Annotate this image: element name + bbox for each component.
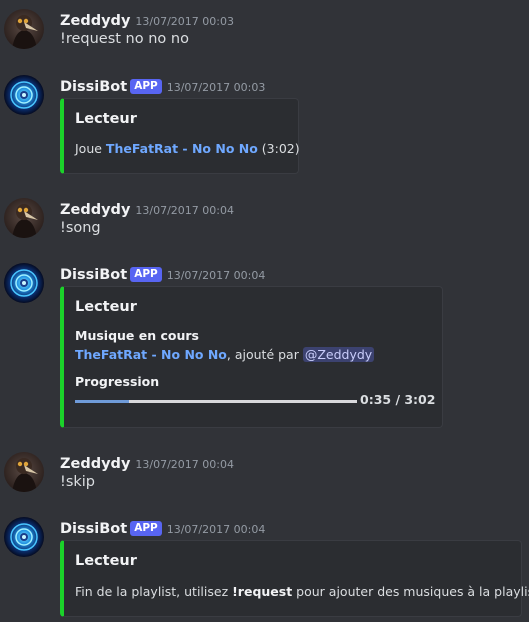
timestamp: 13/07/2017 00:04 — [166, 523, 266, 536]
user-avatar[interactable] — [4, 198, 44, 238]
embed-description: Joue TheFatRat - No No No (3:02) — [75, 141, 300, 156]
message: Zeddydy 13/07/2017 00:03 !request no no n… — [0, 9, 529, 53]
timestamp: 13/07/2017 00:04 — [135, 458, 234, 471]
plague-doctor-icon — [4, 452, 44, 492]
progress-fill — [75, 400, 129, 403]
message: DissiBot APP 13/07/2017 00:03 Lecteur Joue… — [0, 75, 529, 175]
embed-title: Lecteur — [75, 111, 137, 127]
track-link[interactable]: TheFatRat - No No No — [75, 347, 227, 362]
timestamp: 13/07/2017 00:03 — [166, 81, 266, 94]
user-avatar[interactable] — [4, 452, 44, 492]
cyber-eye-icon — [4, 75, 44, 115]
app-tag: APP — [130, 521, 162, 536]
field-value-now-playing: TheFatRat - No No No, ajouté par @Zeddyd… — [75, 347, 375, 362]
field-name-progress: Progression — [75, 374, 160, 389]
username[interactable]: Zeddydy — [60, 456, 130, 472]
message-text: !skip — [60, 474, 95, 490]
progress-time: 0:35 / 3:02 — [360, 392, 436, 407]
message: DissiBot APP 13/07/2017 00:04 Lecteur Musi… — [0, 263, 529, 429]
cyber-eye-icon — [4, 263, 44, 303]
username[interactable]: Zeddydy — [60, 202, 130, 218]
embed: Lecteur Fin de la playlist, utilisez !re… — [60, 540, 529, 617]
progress-bar — [75, 400, 357, 403]
user-mention[interactable]: @Zeddydy — [302, 347, 375, 362]
username[interactable]: DissiBot — [60, 79, 127, 95]
track-link[interactable]: TheFatRat - No No No — [106, 141, 258, 156]
message-text: !request no no no — [60, 31, 189, 47]
plague-doctor-icon — [4, 9, 44, 49]
bot-avatar[interactable] — [4, 517, 44, 557]
command-text: !request — [232, 584, 293, 599]
username[interactable]: DissiBot — [60, 267, 127, 283]
username[interactable]: Zeddydy — [60, 13, 130, 29]
user-avatar[interactable] — [4, 9, 44, 49]
embed-title: Lecteur — [75, 299, 137, 315]
message: Zeddydy 13/07/2017 00:04 !skip — [0, 452, 529, 496]
embed-description: Fin de la playlist, utilisez !request po… — [75, 584, 529, 599]
embed-text: Fin de la playlist, utilisez — [75, 584, 233, 599]
embed-title: Lecteur — [75, 553, 137, 569]
cyber-eye-icon — [4, 517, 44, 557]
timestamp: 13/07/2017 00:04 — [135, 204, 234, 217]
field-name-now-playing: Musique en cours — [75, 328, 199, 343]
app-tag: APP — [130, 267, 162, 282]
embed-text: pour ajouter des musiques à la playlist — [292, 584, 529, 599]
added-by-text: , ajouté par — [226, 347, 303, 362]
timestamp: 13/07/2017 00:04 — [166, 269, 266, 282]
bot-avatar[interactable] — [4, 263, 44, 303]
app-tag: APP — [130, 79, 162, 94]
username[interactable]: DissiBot — [60, 521, 127, 537]
timestamp: 13/07/2017 00:03 — [135, 15, 234, 28]
track-duration: (3:02) — [257, 141, 300, 156]
plague-doctor-icon — [4, 198, 44, 238]
message: Zeddydy 13/07/2017 00:04 !song — [0, 198, 529, 242]
message: DissiBot APP 13/07/2017 00:04 Lecteur Fin … — [0, 517, 529, 621]
embed: Lecteur Joue TheFatRat - No No No (3:02) — [60, 98, 300, 174]
embed-text: Joue — [75, 141, 106, 156]
message-text: !song — [60, 220, 101, 236]
embed: Lecteur Musique en cours TheFatRat - No … — [60, 286, 443, 428]
bot-avatar[interactable] — [4, 75, 44, 115]
